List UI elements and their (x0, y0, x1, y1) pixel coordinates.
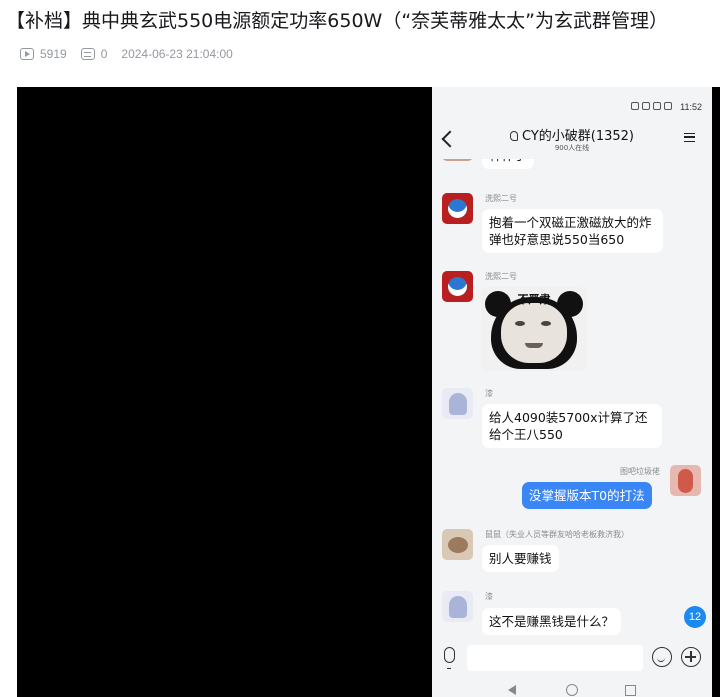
avatar[interactable] (442, 591, 473, 622)
view-icon (20, 48, 34, 60)
message-item: 释怀了 (432, 159, 712, 189)
view-count: 5919 (40, 47, 67, 61)
sender-name: 漆 (485, 389, 493, 398)
group-title: CY的小破群(1352) (432, 125, 712, 144)
sticker-image[interactable]: 不严肃 (481, 287, 587, 371)
status-icons (631, 102, 672, 110)
nav-recents-icon[interactable] (625, 685, 636, 696)
phone-status-bar: 11:52 (432, 87, 712, 127)
chat-header: CY的小破群(1352) 900人在线 (432, 125, 712, 159)
comment-count: 0 (100, 47, 108, 61)
comment-icon (80, 48, 95, 60)
avatar[interactable] (442, 159, 473, 161)
emoji-icon[interactable] (652, 647, 672, 667)
message-bubble: 释怀了 (482, 159, 534, 169)
message-bubble: 别人要赚钱 (482, 545, 559, 572)
online-count: 900人在线 (554, 144, 590, 152)
nav-home-icon[interactable] (566, 684, 578, 696)
plus-icon[interactable] (681, 647, 701, 667)
message-list[interactable]: 释怀了 洗熙二号 抱着一个双磁正激磁放大的炸弹也好意思说550当650 洗熙二号… (432, 159, 712, 637)
sender-name: 鼠鼠（失业人员等群友哈哈老板救济我） (485, 530, 629, 539)
post-datetime: 2024-06-23 21:04:00 (121, 47, 233, 61)
message-item: 鼠鼠（失业人员等群友哈哈老板救济我） 别人要赚钱 (432, 529, 712, 579)
sender-name: 洗熙二号 (485, 272, 517, 281)
message-item: 漆 这不是赚黑钱是什么？ (432, 591, 712, 637)
avatar[interactable] (442, 271, 473, 302)
message-item-self: 图吧垃圾佬 没掌握版本T0的打法 (432, 465, 712, 515)
message-bubble: 抱着一个双磁正激磁放大的炸弹也好意思说550当650 (482, 209, 663, 253)
avatar[interactable] (670, 465, 701, 496)
sender-name: 漆 (485, 592, 493, 601)
status-time: 11:52 (680, 102, 702, 112)
avatar[interactable] (442, 388, 473, 419)
phone-screenshot: 11:52 CY的小破群(1352) 900人在线 释怀了 洗熙二号 抱着一个双… (432, 87, 712, 697)
chat-input-bar (432, 637, 712, 677)
message-bubble: 这不是赚黑钱是什么？ (482, 608, 622, 635)
post-title: 【补档】典中典玄武550电源额定功率650W（“奈芙蒂雅太太”为玄武群管理） (6, 10, 669, 32)
message-item: 洗熙二号 抱着一个双磁正激磁放大的炸弹也好意思说550当650 (432, 193, 712, 263)
message-bubble: 给人4090装5700x计算了还给个王八550 (482, 404, 662, 448)
avatar[interactable] (442, 193, 473, 224)
system-nav-bar (432, 677, 712, 697)
post-meta: 5919 0 2024-06-23 21:04:00 (20, 45, 233, 63)
ear-icon (509, 131, 518, 141)
sticker-caption: 不严肃 (517, 293, 551, 306)
message-item: 洗熙二号 不严肃 (432, 271, 712, 376)
menu-icon[interactable] (684, 133, 695, 142)
nav-back-icon[interactable] (508, 685, 516, 695)
avatar[interactable] (442, 529, 473, 560)
message-bubble: 没掌握版本T0的打法 (522, 482, 652, 509)
mic-icon[interactable] (444, 647, 455, 669)
message-input[interactable] (467, 645, 643, 671)
sender-name: 洗熙二号 (485, 194, 517, 203)
unread-badge[interactable]: 12 (684, 606, 706, 628)
sender-name: 图吧垃圾佬 (620, 467, 660, 476)
message-item: 漆 给人4090装5700x计算了还给个王八550 (432, 388, 712, 458)
